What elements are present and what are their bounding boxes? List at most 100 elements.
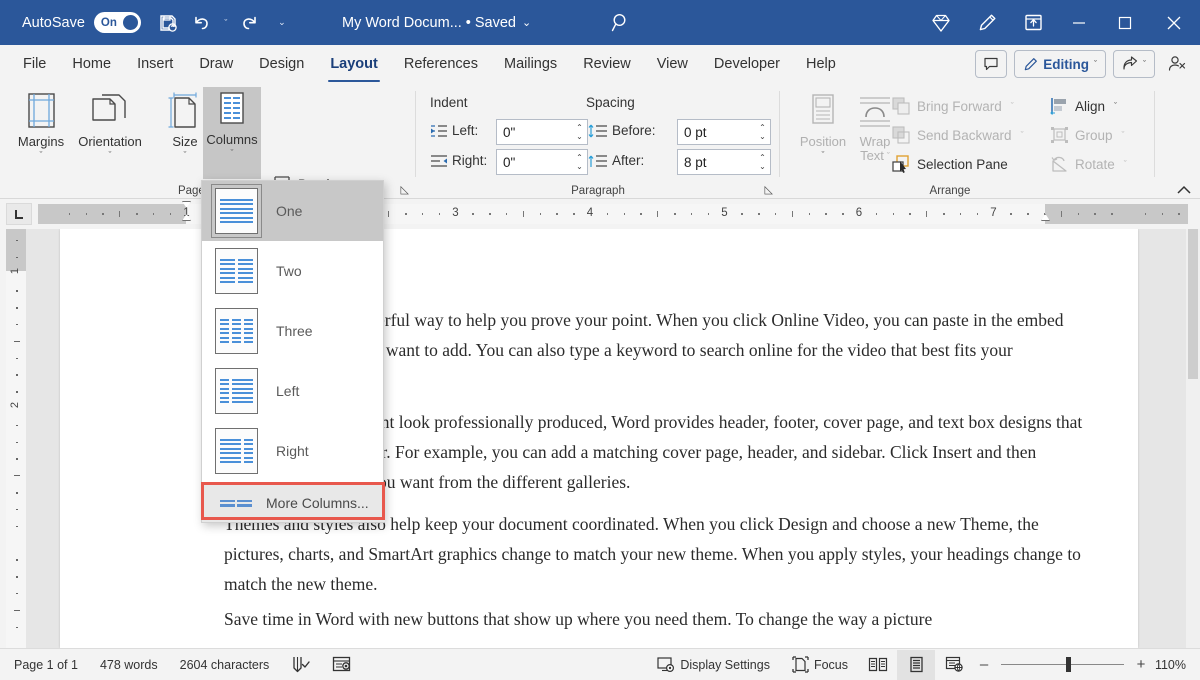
margins-button[interactable]: Margins ˇ: [8, 89, 74, 175]
ruler-dot: [506, 213, 508, 215]
page-indicator[interactable]: Page 1 of 1: [0, 649, 89, 680]
tab-home[interactable]: Home: [59, 47, 124, 81]
web-layout-icon[interactable]: [935, 650, 973, 680]
vruler-dot: [16, 458, 18, 460]
ruler-dot: [1027, 213, 1029, 215]
editing-label: Editing: [1043, 57, 1089, 72]
zoom-in-button[interactable]: +: [1130, 656, 1152, 673]
focus-button[interactable]: Focus: [781, 649, 859, 680]
zoom-level[interactable]: 110%: [1152, 658, 1200, 672]
display-settings-button[interactable]: Display Settings: [646, 649, 781, 680]
scrollbar-thumb[interactable]: [1188, 229, 1198, 379]
ribbon-display-options-icon[interactable]: [1010, 0, 1056, 45]
tab-insert[interactable]: Insert: [124, 47, 186, 81]
print-layout-icon[interactable]: [897, 650, 935, 680]
more-columns-menu-item[interactable]: More Columns...: [202, 483, 385, 522]
word-count[interactable]: 478 words: [89, 649, 169, 680]
indent-right-stepper[interactable]: ⌃⌄: [572, 150, 587, 174]
vertical-scrollbar[interactable]: [1186, 229, 1200, 648]
zoom-slider[interactable]: [995, 649, 1130, 680]
tab-stop-selector[interactable]: [6, 203, 32, 225]
share-people-icon[interactable]: [1162, 50, 1192, 78]
columns-option-right[interactable]: Right: [202, 421, 383, 481]
document-paragraph-4[interactable]: Save time in Word with new buttons that …: [224, 604, 1086, 634]
group-button[interactable]: Group ˇ: [1050, 122, 1125, 148]
vruler-dot: [16, 290, 18, 292]
zoom-slider-handle[interactable]: [1066, 657, 1071, 672]
ruler-dot: [1078, 213, 1080, 215]
tab-file[interactable]: File: [10, 47, 59, 81]
tab-draw[interactable]: Draw: [186, 47, 246, 81]
columns-dropdown-menu[interactable]: One Two Three: [201, 180, 384, 523]
vertical-ruler[interactable]: 12: [6, 229, 26, 648]
customize-qat-icon[interactable]: ⌄: [275, 17, 289, 28]
close-button[interactable]: [1148, 0, 1200, 45]
vruler-dot: [16, 391, 18, 393]
minimize-button[interactable]: [1056, 0, 1102, 45]
columns-option-two[interactable]: Two: [202, 241, 383, 301]
tab-help[interactable]: Help: [793, 47, 849, 81]
selection-pane-button[interactable]: Selection Pane: [892, 151, 1008, 177]
indent-header: Indent: [430, 95, 468, 110]
tab-references[interactable]: References: [391, 47, 491, 81]
designer-pen-icon[interactable]: [964, 0, 1010, 45]
indent-right-field[interactable]: 0" ⌃⌄: [496, 149, 588, 175]
paragraph-dialog-launcher[interactable]: ◺: [765, 183, 773, 196]
collapse-ribbon-button[interactable]: [1176, 184, 1192, 196]
spacing-after-label: After:: [612, 153, 644, 168]
spacing-before-field[interactable]: 0 pt ⌃⌄: [677, 119, 771, 145]
read-mode-icon[interactable]: [859, 650, 897, 680]
spacing-after-stepper[interactable]: ⌃⌄: [755, 150, 770, 174]
comments-button[interactable]: [975, 50, 1007, 78]
save-icon[interactable]: [151, 6, 185, 40]
ruler-dot: [708, 213, 710, 215]
spacing-after-field[interactable]: 8 pt ⌃⌄: [677, 149, 771, 175]
tab-layout[interactable]: Layout: [317, 47, 391, 81]
columns-option-left[interactable]: Left: [202, 361, 383, 421]
columns-button[interactable]: Columns ˇ: [203, 87, 261, 179]
rotate-button[interactable]: Rotate ˇ: [1050, 151, 1127, 177]
tab-review[interactable]: Review: [570, 47, 644, 81]
redo-icon[interactable]: [233, 6, 267, 40]
title-separator: •: [466, 15, 471, 31]
align-button[interactable]: Align ˇ: [1050, 93, 1117, 119]
tab-mailings[interactable]: Mailings: [491, 47, 570, 81]
indent-left-field[interactable]: 0" ⌃⌄: [496, 119, 588, 145]
editing-mode-button[interactable]: Editing ˇ: [1014, 50, 1106, 78]
align-icon: [1050, 97, 1069, 115]
tab-view[interactable]: View: [644, 47, 701, 81]
send-backward-button[interactable]: Send Backward ˇ: [892, 122, 1024, 148]
spacing-before-label: Before:: [612, 123, 656, 138]
zoom-out-button[interactable]: –: [973, 656, 995, 673]
page-setup-dialog-launcher[interactable]: ◺: [401, 183, 409, 196]
search-icon[interactable]: [604, 6, 638, 40]
bring-forward-button[interactable]: Bring Forward ˇ: [892, 93, 1014, 119]
accessibility-icon[interactable]: [321, 649, 362, 680]
orientation-button[interactable]: Orientation ˇ: [70, 89, 150, 175]
ruler-dot: [1111, 213, 1113, 215]
columns-option-three[interactable]: Three: [202, 301, 383, 361]
copilot-icon[interactable]: [918, 0, 964, 45]
vruler-dot: [16, 240, 18, 242]
undo-icon[interactable]: [185, 6, 219, 40]
proofing-check-icon[interactable]: [280, 649, 321, 680]
indent-left-stepper[interactable]: ⌃⌄: [572, 120, 587, 144]
undo-dropdown-caret[interactable]: ˇ: [219, 18, 233, 28]
tab-developer[interactable]: Developer: [701, 47, 793, 81]
spacing-before-stepper[interactable]: ⌃⌄: [755, 120, 770, 144]
align-label: Align: [1075, 99, 1105, 114]
vruler-dot: [16, 593, 18, 595]
document-name[interactable]: My Word Docum...: [342, 15, 462, 31]
saved-status[interactable]: Saved: [475, 15, 516, 31]
character-count[interactable]: 2604 characters: [169, 649, 281, 680]
maximize-button[interactable]: [1102, 0, 1148, 45]
share-button[interactable]: ˇ: [1113, 50, 1155, 78]
title-chevron-down-icon[interactable]: ⌄: [522, 16, 531, 29]
ruler-tick: [926, 211, 927, 217]
tab-design[interactable]: Design: [246, 47, 317, 81]
horizontal-ruler[interactable]: 1234567: [0, 199, 1200, 229]
ruler-dot: [1162, 213, 1164, 215]
columns-option-one[interactable]: One: [202, 181, 383, 241]
more-columns-label: More Columns...: [266, 495, 369, 511]
autosave-toggle[interactable]: On: [94, 12, 141, 33]
